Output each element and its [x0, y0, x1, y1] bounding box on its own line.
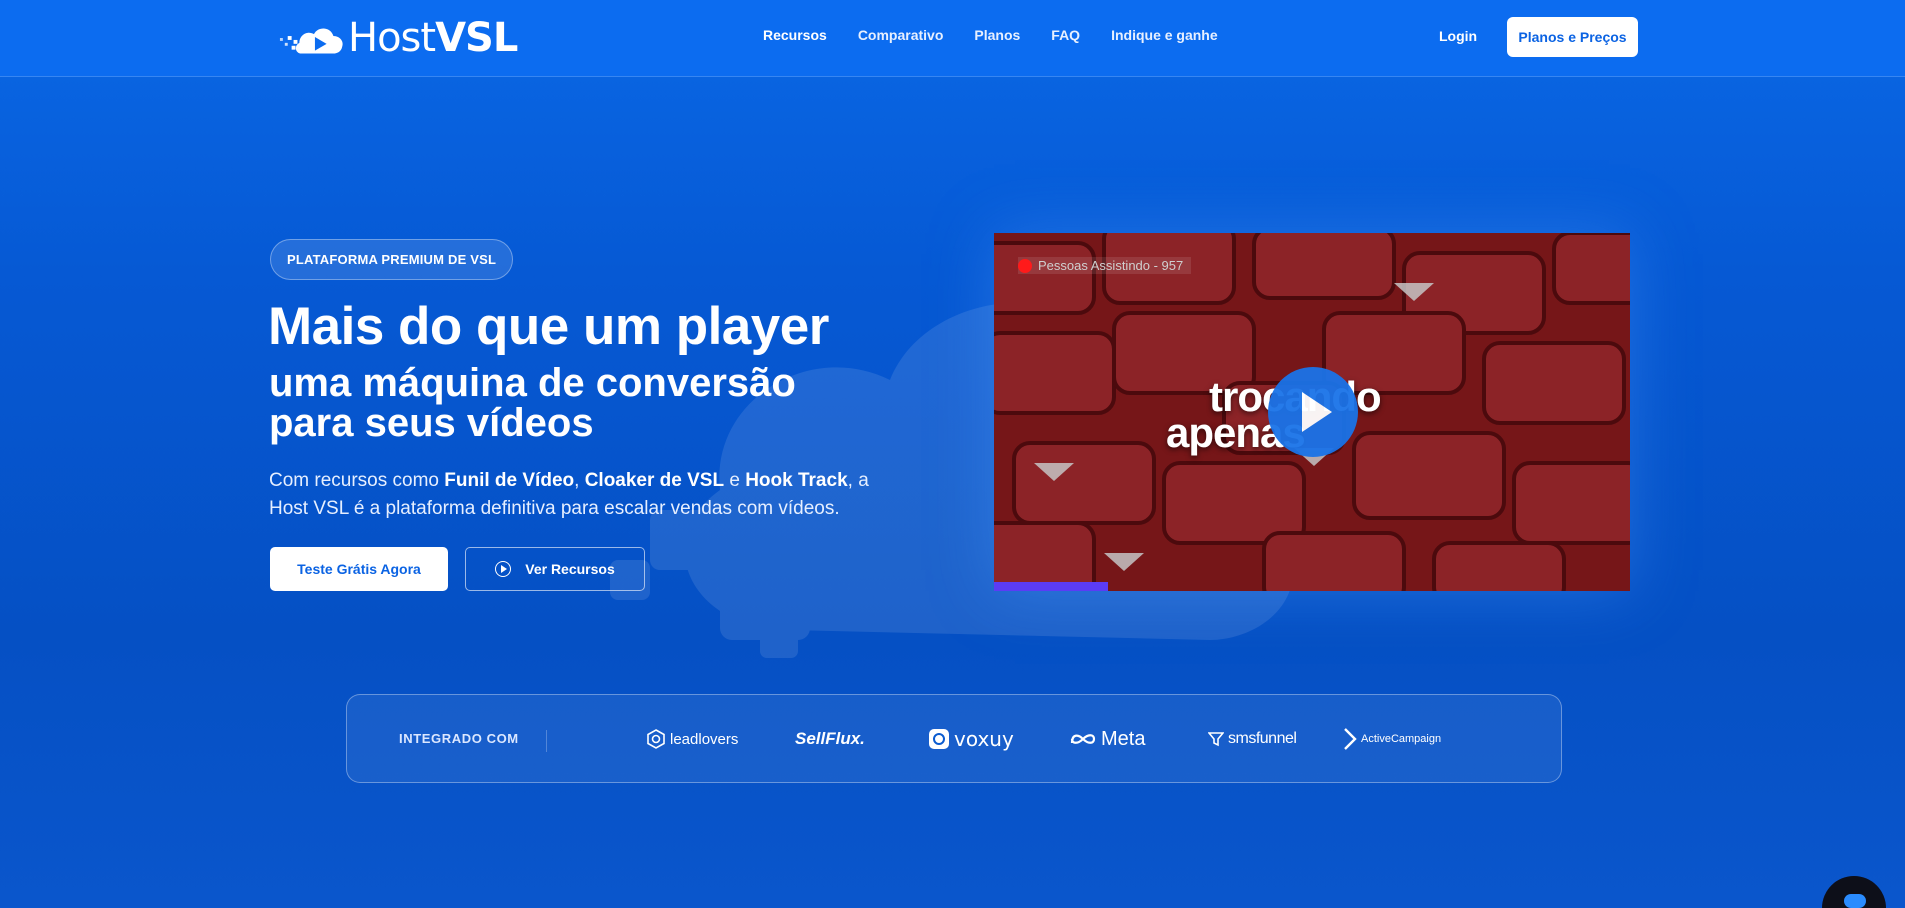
premium-badge: PLATAFORMA PREMIUM DE VSL	[270, 239, 514, 280]
cloud-play-logo-icon	[279, 28, 343, 54]
hero-lead: Com recursos como Funil de Vídeo, Cloake…	[269, 467, 909, 523]
nav-faq[interactable]: FAQ	[1051, 27, 1080, 43]
integrations-bar: INTEGRADO COM leadlovers SellFlux. voxuy…	[346, 694, 1562, 783]
integrations-divider	[546, 730, 547, 752]
brand-voxuy-name: voxuy	[954, 727, 1014, 751]
nav-comparativo[interactable]: Comparativo	[858, 27, 944, 43]
brand-meta: Meta	[1069, 725, 1145, 753]
play-circle-icon	[495, 561, 512, 577]
main-nav: Recursos Comparativo Planos FAQ Indique …	[763, 27, 1249, 43]
view-features-button[interactable]: Ver Recursos	[465, 547, 645, 591]
lead-text-3: e	[724, 470, 746, 491]
lead-bold-cloaker: Cloaker de VSL	[584, 470, 725, 491]
video-progress-bar[interactable]	[994, 582, 1109, 591]
login-link[interactable]: Login	[1439, 28, 1477, 44]
voxuy-icon	[929, 729, 949, 749]
view-features-label: Ver Recursos	[525, 561, 615, 577]
hero-subtitle: uma máquina de conversão	[269, 363, 796, 403]
integrations-label: INTEGRADO COM	[399, 731, 519, 746]
nav-indique-e-ganhe[interactable]: Indique e ganhe	[1111, 27, 1218, 43]
brand-smsfunnel: smsfunnel	[1208, 725, 1297, 753]
brand-activecampaign: ActiveCampaign	[1343, 725, 1441, 753]
logo-text-vsl: VSL	[435, 15, 518, 61]
hero-title: Mais do que um player	[268, 297, 829, 356]
nav-planos[interactable]: Planos	[974, 27, 1020, 43]
brand-meta-name: Meta	[1101, 727, 1146, 750]
brand-smsfunnel-name: smsfunnel	[1228, 730, 1297, 747]
leadlovers-icon	[647, 729, 665, 749]
lead-bold-funil: Funil de Vídeo	[444, 470, 575, 491]
logo-text: HostVSL	[348, 15, 518, 61]
live-dot-icon	[1018, 258, 1032, 273]
activecampaign-chevron-icon	[1344, 728, 1357, 750]
brand-sellflux: SellFlux.	[795, 725, 865, 753]
hero-subtitle-line2: para seus vídeos	[269, 401, 594, 445]
hero-subtitle-pre: uma	[269, 361, 363, 405]
logo[interactable]: HostVSL	[278, 15, 518, 61]
lead-text-1: Com recursos como	[269, 470, 445, 491]
plans-pricing-button[interactable]: Planos e Preços	[1507, 17, 1638, 57]
play-icon[interactable]	[1268, 367, 1358, 457]
brand-activecampaign-name: ActiveCampaign	[1361, 733, 1442, 745]
video-player[interactable]: Pessoas Assistindo - 957 trocando apenas	[994, 233, 1630, 591]
lead-bold-hook: Hook Track	[745, 470, 848, 491]
free-trial-button[interactable]: Teste Grátis Agora	[270, 547, 448, 591]
chat-widget-button[interactable]	[1822, 876, 1886, 908]
lead-text-2: ,	[574, 470, 585, 491]
live-viewers-text: Pessoas Assistindo - 957	[1038, 258, 1184, 273]
meta-infinity-icon	[1070, 734, 1096, 744]
live-viewers-indicator: Pessoas Assistindo - 957	[1018, 257, 1192, 274]
logo-text-host: Host	[348, 15, 436, 61]
brand-voxuy: voxuy	[928, 725, 1014, 753]
nav-recursos[interactable]: Recursos	[763, 27, 827, 43]
brand-sellflux-name: SellFlux.	[795, 729, 865, 748]
brand-leadlovers-name: leadlovers	[670, 730, 739, 748]
hero-subtitle-bold: máquina de conversão	[362, 361, 796, 405]
site-header: HostVSL Recursos Comparativo Planos FAQ …	[0, 0, 1905, 77]
brand-leadlovers: leadlovers	[646, 725, 738, 753]
smsfunnel-icon	[1208, 732, 1224, 747]
